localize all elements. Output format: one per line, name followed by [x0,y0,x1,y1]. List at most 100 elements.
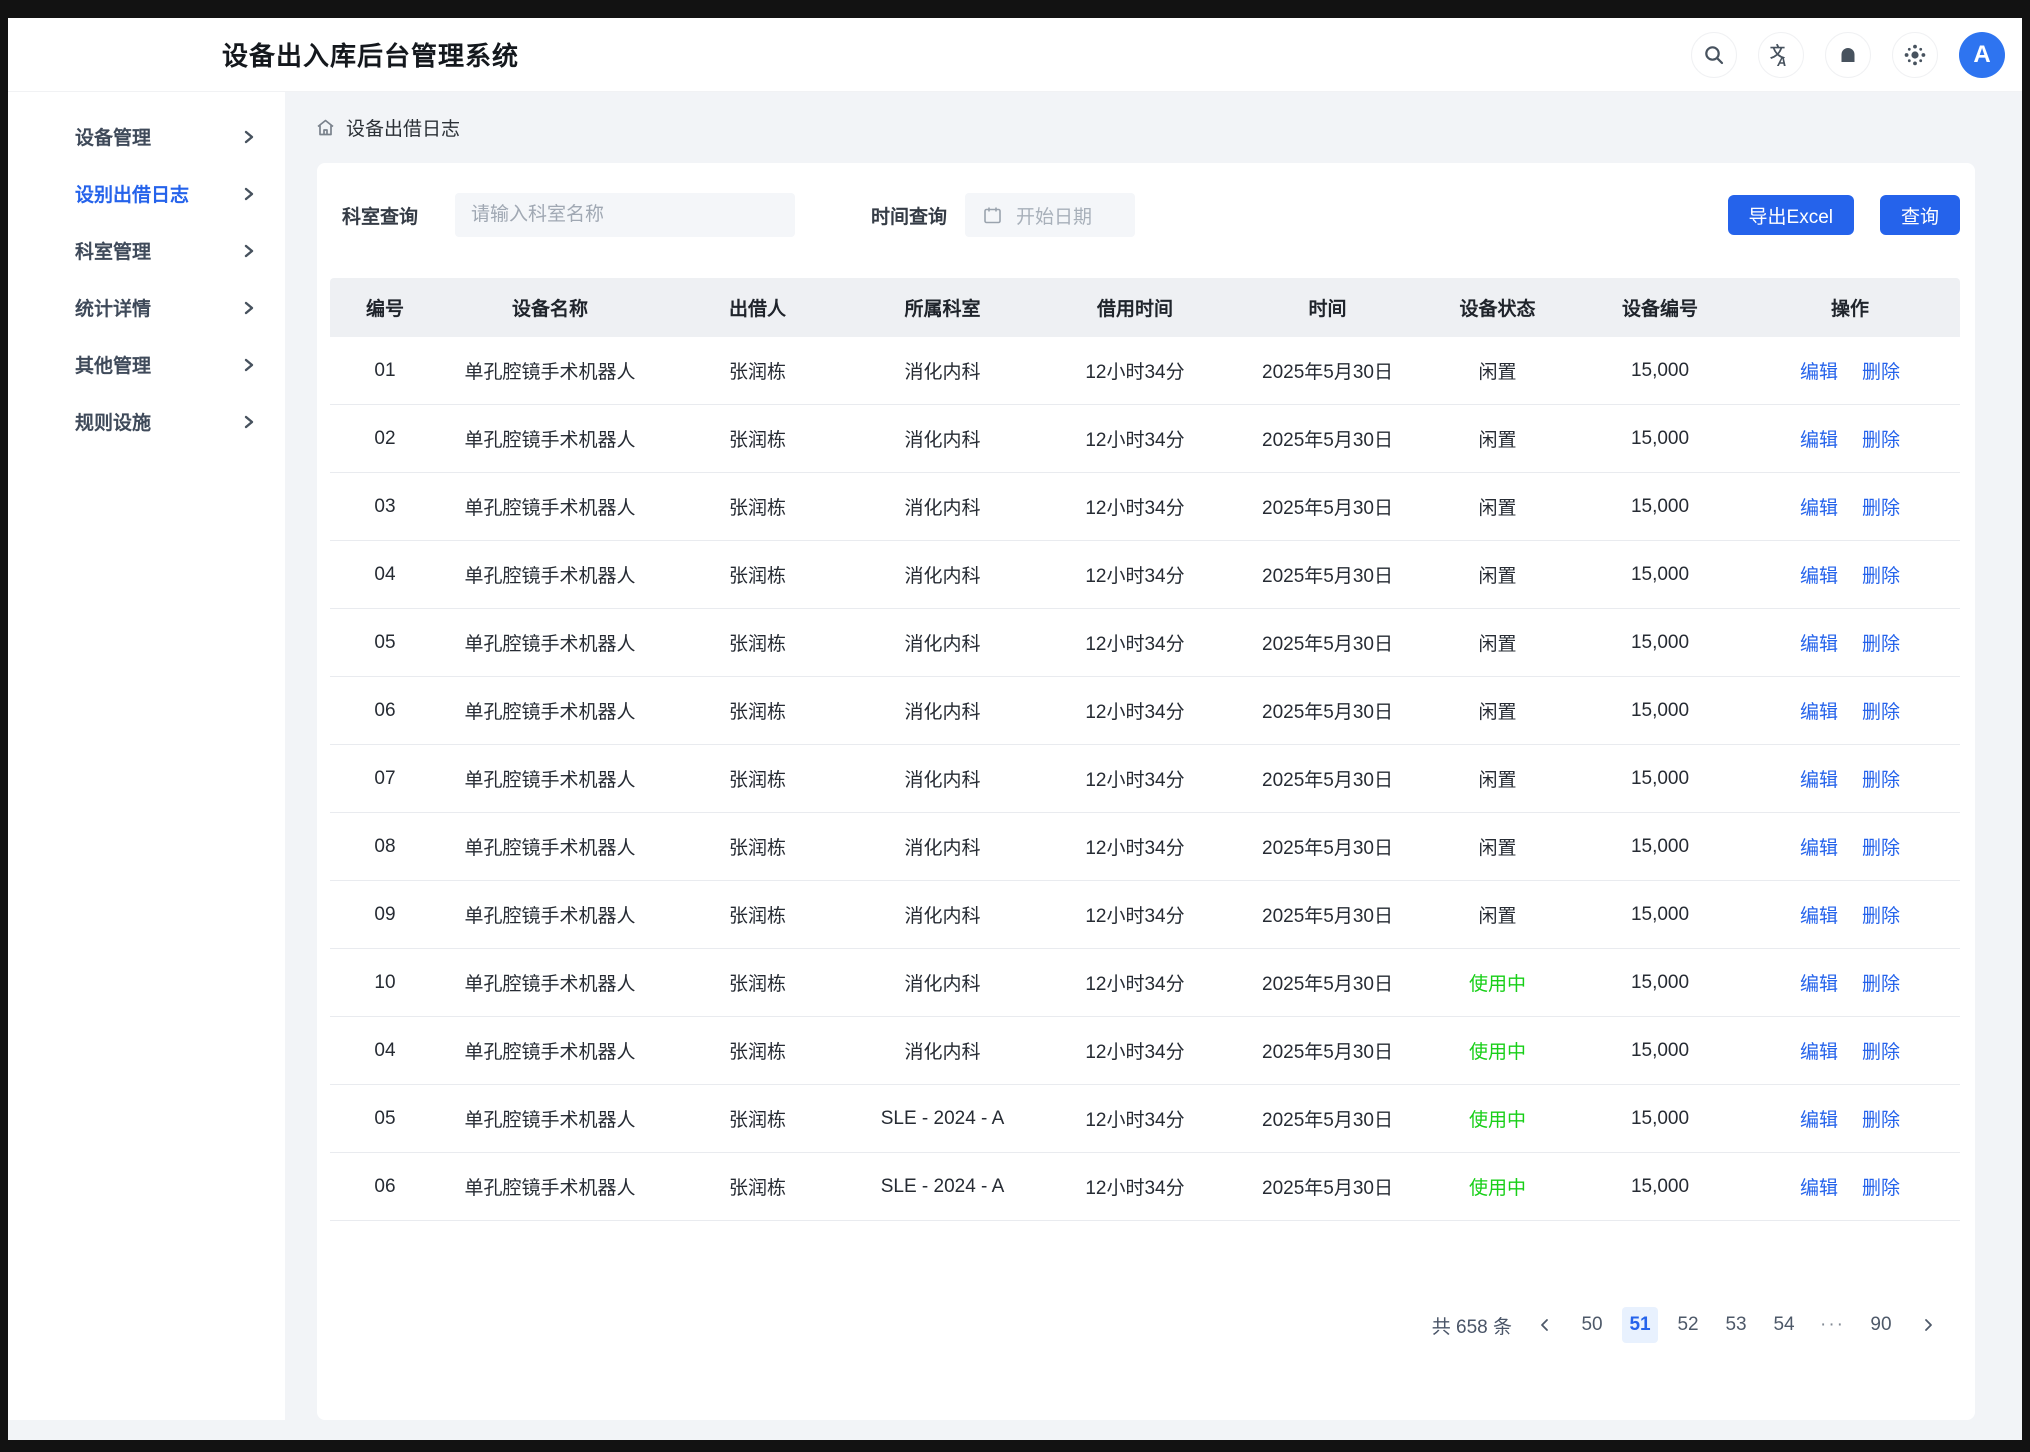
delete-link[interactable]: 删除 [1862,1037,1900,1064]
cell-id: 02 [330,428,440,450]
cell-device-code: 15,000 [1580,1040,1740,1062]
edit-link[interactable]: 编辑 [1800,493,1838,520]
user-avatar[interactable]: A [1959,32,2005,78]
cell-device-name: 单孔腔镜手术机器人 [440,697,660,724]
table-row: 06 单孔腔镜手术机器人 张润栋 SLE - 2024 - A 12小时34分 … [330,1153,1960,1221]
pagination-page[interactable]: 53 [1718,1307,1754,1343]
table-body: 01 单孔腔镜手术机器人 张润栋 消化内科 12小时34分 2025年5月30日… [330,337,1960,1221]
header-actions: 文 A [1691,32,2005,78]
cell-date: 2025年5月30日 [1240,833,1415,860]
cell-lender: 张润栋 [660,969,855,996]
edit-link[interactable]: 编辑 [1800,901,1838,928]
cell-device-name: 单孔腔镜手术机器人 [440,561,660,588]
cell-device-code: 15,000 [1580,360,1740,382]
export-excel-button[interactable]: 导出Excel [1728,195,1854,235]
sidebar-item[interactable]: 科室管理 [8,222,285,279]
cell-id: 05 [330,1108,440,1130]
edit-link[interactable]: 编辑 [1800,357,1838,384]
cell-status: 闲置 [1415,357,1580,384]
cell-device-name: 单孔腔镜手术机器人 [440,833,660,860]
table-row: 05 单孔腔镜手术机器人 张润栋 SLE - 2024 - A 12小时34分 … [330,1085,1960,1153]
edit-link[interactable]: 编辑 [1800,629,1838,656]
device-log-table: 编号 设备名称 出借人 所属科室 借用时间 时间 设备状态 设备编号 操作 01… [330,278,1960,1221]
delete-link[interactable]: 删除 [1862,1173,1900,1200]
edit-link[interactable]: 编辑 [1800,1173,1838,1200]
cell-status: 闲置 [1415,425,1580,452]
cell-id: 06 [330,700,440,722]
delete-link[interactable]: 删除 [1862,425,1900,452]
cell-operations: 编辑 删除 [1740,833,1960,860]
delete-link[interactable]: 删除 [1862,1105,1900,1132]
edit-link[interactable]: 编辑 [1800,969,1838,996]
cell-date: 2025年5月30日 [1240,357,1415,384]
cell-status: 使用中 [1415,1037,1580,1064]
cell-device-name: 单孔腔镜手术机器人 [440,1105,660,1132]
cell-borrow-duration: 12小时34分 [1030,901,1240,928]
cell-device-name: 单孔腔镜手术机器人 [440,969,660,996]
delete-link[interactable]: 删除 [1862,765,1900,792]
sidebar-nav: 设备管理 设别出借日志 科室管理 统计详情 其他管理 规则设施 [8,92,285,1420]
search-button[interactable] [1691,32,1737,78]
cell-department: 消化内科 [855,493,1030,520]
delete-link[interactable]: 删除 [1862,357,1900,384]
sidebar-item[interactable]: 统计详情 [8,279,285,336]
cell-lender: 张润栋 [660,765,855,792]
edit-link[interactable]: 编辑 [1800,1105,1838,1132]
breadcrumb-label: 设备出借日志 [346,114,460,141]
filter-buttons: 导出Excel 查询 [1728,195,1960,235]
sidebar-item[interactable]: 设备管理 [8,108,285,165]
pagination-page[interactable]: 54 [1766,1307,1802,1343]
pagination-page[interactable]: 90 [1863,1307,1899,1343]
cell-department: 消化内科 [855,425,1030,452]
pagination-prev-button[interactable] [1530,1307,1560,1343]
pagination-page[interactable]: 51 [1622,1307,1658,1343]
delete-link[interactable]: 删除 [1862,629,1900,656]
theme-button[interactable] [1892,32,1938,78]
sidebar-item[interactable]: 规则设施 [8,393,285,450]
chevron-right-icon [243,358,255,372]
edit-link[interactable]: 编辑 [1800,833,1838,860]
cell-date: 2025年5月30日 [1240,1037,1415,1064]
translate-button[interactable]: 文 A [1758,32,1804,78]
delete-link[interactable]: 删除 [1862,969,1900,996]
pagination-next-button[interactable] [1913,1307,1943,1343]
pagination-page[interactable]: 50 [1574,1307,1610,1343]
cell-operations: 编辑 删除 [1740,1105,1960,1132]
delete-link[interactable]: 删除 [1862,833,1900,860]
delete-link[interactable]: 删除 [1862,561,1900,588]
cell-date: 2025年5月30日 [1240,629,1415,656]
pagination-page[interactable]: 52 [1670,1307,1706,1343]
body: 设备管理 设别出借日志 科室管理 统计详情 其他管理 规则设施 [8,92,2022,1420]
edit-link[interactable]: 编辑 [1800,425,1838,452]
cell-device-name: 单孔腔镜手术机器人 [440,629,660,656]
sidebar-item[interactable]: 设别出借日志 [8,165,285,222]
start-date-picker[interactable]: 开始日期 [965,193,1135,237]
cell-status: 闲置 [1415,901,1580,928]
cell-date: 2025年5月30日 [1240,765,1415,792]
table-row: 07 单孔腔镜手术机器人 张润栋 消化内科 12小时34分 2025年5月30日… [330,745,1960,813]
cell-operations: 编辑 删除 [1740,765,1960,792]
cell-lender: 张润栋 [660,833,855,860]
edit-link[interactable]: 编辑 [1800,765,1838,792]
cell-device-name: 单孔腔镜手术机器人 [440,493,660,520]
dept-search-input[interactable] [455,193,795,237]
delete-link[interactable]: 删除 [1862,697,1900,724]
cell-id: 08 [330,836,440,858]
delete-link[interactable]: 删除 [1862,901,1900,928]
edit-link[interactable]: 编辑 [1800,561,1838,588]
cell-status: 使用中 [1415,1105,1580,1132]
edit-link[interactable]: 编辑 [1800,1037,1838,1064]
cell-lender: 张润栋 [660,1037,855,1064]
cell-borrow-duration: 12小时34分 [1030,833,1240,860]
sidebar-item[interactable]: 其他管理 [8,336,285,393]
cell-device-name: 单孔腔镜手术机器人 [440,1037,660,1064]
notification-button[interactable] [1825,32,1871,78]
cell-device-name: 单孔腔镜手术机器人 [440,425,660,452]
query-button[interactable]: 查询 [1880,195,1960,235]
cell-operations: 编辑 删除 [1740,629,1960,656]
edit-link[interactable]: 编辑 [1800,697,1838,724]
cell-device-code: 15,000 [1580,904,1740,926]
cell-department: 消化内科 [855,1037,1030,1064]
cell-device-name: 单孔腔镜手术机器人 [440,357,660,384]
delete-link[interactable]: 删除 [1862,493,1900,520]
